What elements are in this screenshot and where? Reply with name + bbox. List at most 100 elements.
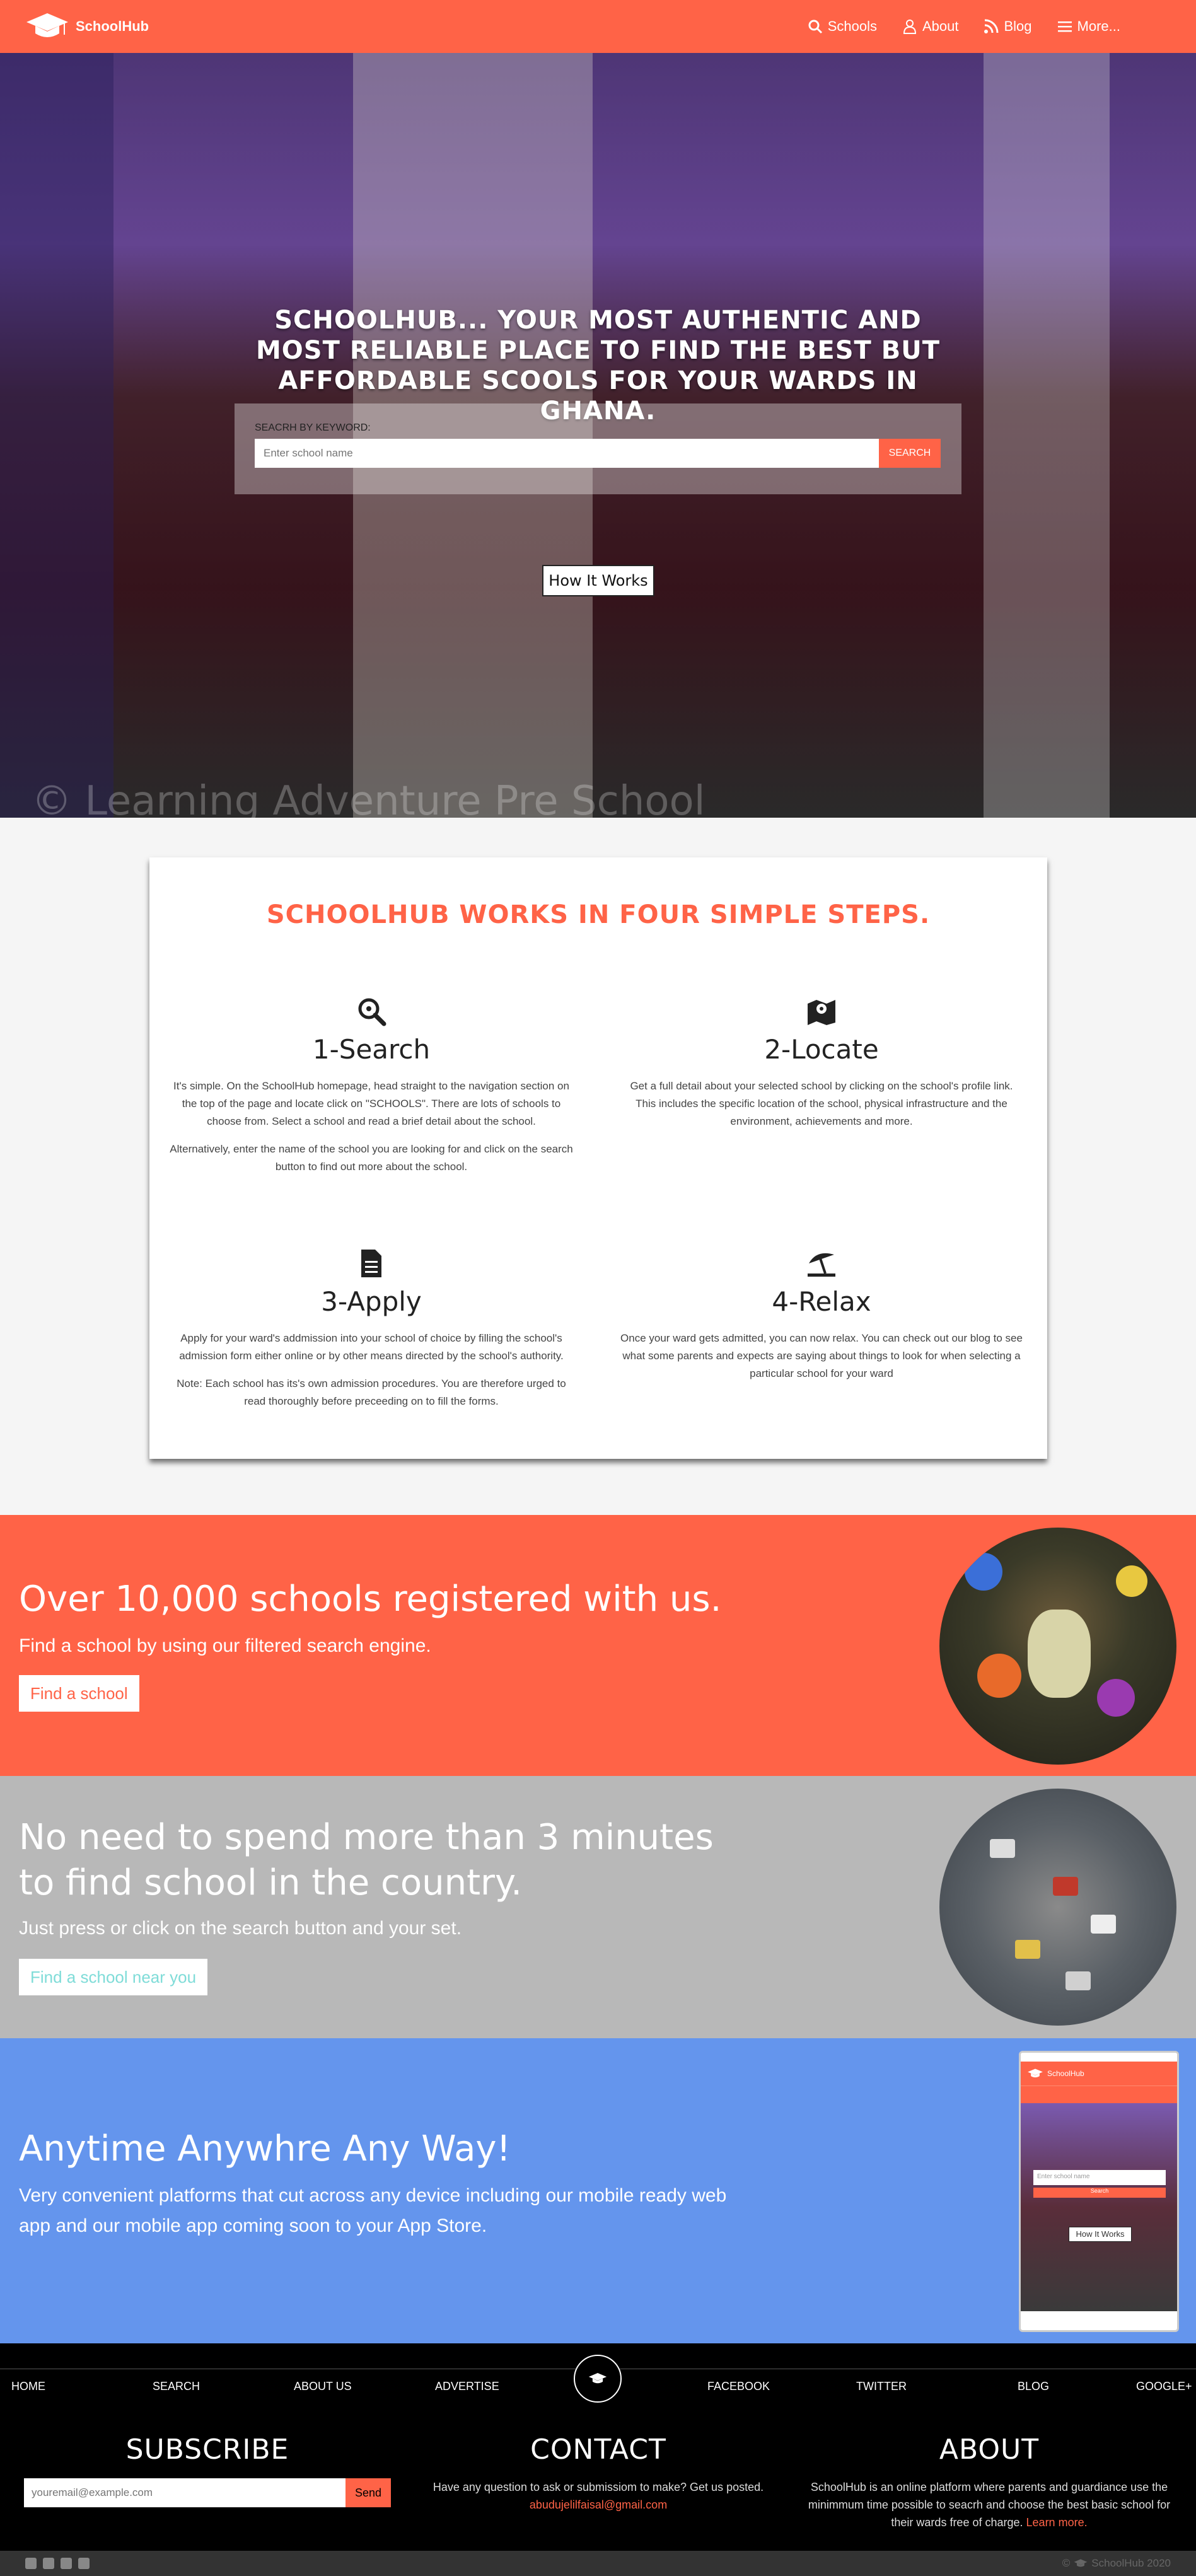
brand-name: SchoolHub — [76, 18, 149, 34]
magnifier-icon — [358, 998, 386, 1026]
search-row: Search — [255, 439, 941, 468]
rss-icon — [984, 19, 999, 33]
anywhere-band: Anytime Anywhre Any Way! Very convenient… — [0, 2038, 1196, 2343]
footer-link-googleplus[interactable]: Google+ — [1136, 2380, 1192, 2393]
nav-links: Schools About Blog More... — [808, 18, 1120, 35]
footer-link-advertise[interactable]: Advertise — [435, 2380, 499, 2393]
nav-link-label: About — [922, 18, 959, 34]
photo-watermark: © Learning Adventure Pre School — [32, 778, 705, 818]
subscribe-column: Subscribe Send — [24, 2434, 391, 2507]
balloon-shape — [1097, 1679, 1135, 1717]
band-subtext: Very convenient platforms that cut acros… — [19, 2185, 727, 2236]
copyright-symbol: © — [1062, 2557, 1071, 2569]
nav-link-schools[interactable]: Schools — [808, 18, 877, 35]
bottom-bar: © SchoolHub 2020 — [0, 2551, 1196, 2576]
copyright-text: SchoolHub 2020 — [1091, 2557, 1171, 2569]
step-text: Once your ward gets admitted, you can no… — [620, 1332, 1023, 1379]
footer-link-home[interactable]: Home — [11, 2380, 45, 2393]
subscribe-form: Send — [24, 2478, 391, 2507]
phone-navbar: SchoolHub — [1021, 2062, 1177, 2086]
copyright: © SchoolHub 2020 — [1062, 2557, 1171, 2570]
facebook-icon[interactable] — [78, 2558, 90, 2569]
top-navbar: SchoolHub Schools About Blog More... — [0, 0, 1196, 53]
search-icon — [808, 20, 822, 34]
search-label: Seacrh by keyword: — [255, 422, 371, 433]
user-icon — [903, 20, 916, 34]
find-school-button[interactable]: Find a school — [19, 1675, 139, 1712]
footer-link-blog[interactable]: Blog — [1018, 2380, 1049, 2393]
search-button[interactable]: Search — [879, 439, 941, 468]
umbrella-beach-icon — [808, 1253, 835, 1277]
subscribe-send-button[interactable]: Send — [345, 2478, 391, 2507]
footer-nav: Home Search About Us Advertise Facebook … — [0, 2343, 1196, 2416]
contact-title: Contact — [530, 2434, 666, 2466]
step-text: Apply for your ward's addmission into yo… — [179, 1332, 564, 1362]
graduation-cap-icon — [588, 2373, 607, 2384]
footer-link-facebook[interactable]: Facebook — [707, 2380, 770, 2393]
band-heading: No need to spend more than 3 minutes to … — [19, 1817, 714, 1903]
linkedin-icon[interactable] — [43, 2558, 54, 2569]
phone-brand: SchoolHub — [1047, 2069, 1084, 2078]
schools-registered-band: Over 10,000 schools registered with us. … — [0, 1515, 1196, 1776]
nav-link-blog[interactable]: Blog — [984, 18, 1032, 35]
brand-logo[interactable]: SchoolHub — [25, 11, 149, 42]
subscribe-title: Subscribe — [125, 2434, 289, 2466]
graduation-cap-icon — [1074, 2559, 1088, 2567]
school-search-input[interactable] — [255, 439, 879, 468]
step-title: 3-Apply — [321, 1286, 422, 1317]
phone-search-input: Enter school name — [1033, 2170, 1166, 2185]
band-subtext: Just press or click on the search button… — [19, 1918, 462, 1939]
car-shape — [990, 1839, 1015, 1858]
steps-title: SchoolHub works in four simple steps. — [266, 900, 931, 929]
car-shape — [1091, 1915, 1116, 1934]
github-icon[interactable] — [25, 2558, 37, 2569]
band-heading: Anytime Anywhre Any Way! — [19, 2128, 511, 2169]
step-relax: 4-Relax Once your ward gets admitted, yo… — [620, 1248, 1023, 1393]
phone-status-bar — [1021, 2053, 1177, 2062]
nav-link-label: Schools — [827, 18, 877, 34]
menu-icon — [1057, 21, 1072, 32]
step-text: Alternatively, enter the name of the sch… — [170, 1143, 573, 1173]
step-text: It's simple. On the SchoolHub homepage, … — [173, 1080, 569, 1127]
car-shape — [1015, 1940, 1040, 1959]
step-text: Note: Each school has its's own admissio… — [177, 1378, 566, 1407]
twitter-icon[interactable] — [61, 2558, 72, 2569]
phone-nav-icons — [1021, 2086, 1177, 2103]
nav-link-label: Blog — [1004, 18, 1032, 34]
contact-text: Have any question to ask or submissiom t… — [433, 2481, 764, 2493]
graduation-cap-icon — [1028, 2068, 1043, 2078]
learn-more-link[interactable]: Learn more. — [1026, 2516, 1088, 2529]
contact-email-link[interactable]: abudujelilfaisal@gmail.com — [530, 2498, 667, 2511]
step-locate: 2-Locate Get a full detail about your se… — [620, 996, 1023, 1140]
subscribe-email-input[interactable] — [24, 2478, 345, 2507]
about-title: About — [939, 2434, 1040, 2466]
about-text-block: SchoolHub is an online platform where pa… — [804, 2478, 1174, 2531]
phone-hero — [1021, 2103, 1177, 2311]
hero-search-box: Seacrh by keyword: Search — [235, 403, 961, 494]
how-it-works-button[interactable]: How It Works — [542, 565, 654, 596]
step-title: 2-Locate — [764, 1034, 879, 1065]
footer-info: Subscribe Send Contact Have any question… — [0, 2416, 1196, 2551]
step-title: 1-Search — [312, 1034, 431, 1065]
social-icons — [25, 2558, 90, 2569]
find-school-near-you-button[interactable]: Find a school near you — [19, 1959, 208, 1995]
hero-background-shelf — [984, 53, 1110, 818]
footer-link-search[interactable]: Search — [153, 2380, 200, 2393]
hero-section: SchoolHub... your most authentic and mos… — [0, 53, 1196, 818]
about-column: About SchoolHub is an online platform wh… — [804, 2434, 1174, 2531]
car-shape — [1065, 1971, 1091, 1990]
student-shape — [1028, 1610, 1091, 1698]
step-title: 4-Relax — [772, 1286, 871, 1317]
footer-logo[interactable] — [574, 2355, 622, 2403]
step-text: Get a full detail about your selected sc… — [630, 1080, 1013, 1127]
traffic-photo — [939, 1789, 1176, 2026]
nav-link-about[interactable]: About — [902, 18, 959, 35]
footer-link-about[interactable]: About Us — [294, 2380, 352, 2393]
quick-search-band: No need to spend more than 3 minutes to … — [0, 1776, 1196, 2038]
footer-link-twitter[interactable]: Twitter — [856, 2380, 907, 2393]
balloon-shape — [1116, 1565, 1147, 1597]
contact-column: Contact Have any question to ask or subm… — [416, 2434, 781, 2514]
nav-link-more[interactable]: More... — [1057, 18, 1120, 35]
mobile-app-preview: SchoolHub Enter school name Search How I… — [1019, 2051, 1179, 2332]
step-search: 1-Search It's simple. On the SchoolHub h… — [170, 996, 573, 1186]
